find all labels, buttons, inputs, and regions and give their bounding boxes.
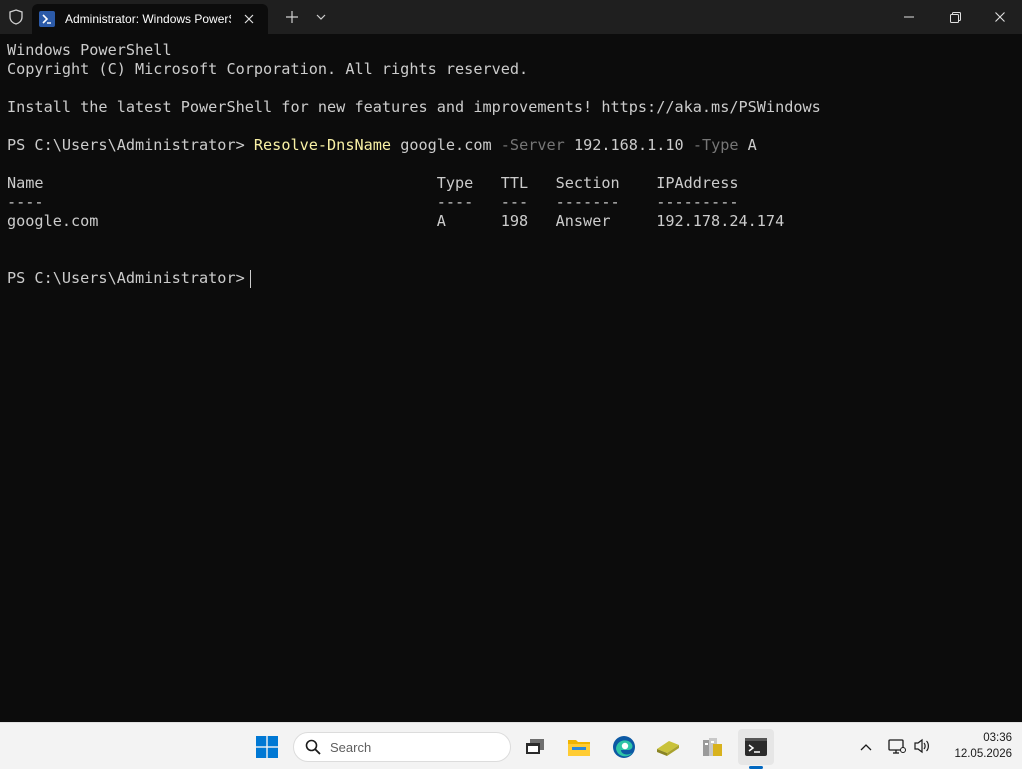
title-bar: Administrator: Windows PowerShell	[0, 0, 1022, 34]
tab-title: Administrator: Windows PowerShell	[65, 12, 231, 26]
restore-button[interactable]	[932, 0, 978, 34]
chevron-down-icon	[316, 14, 326, 20]
network-icon[interactable]	[887, 736, 907, 756]
app-icon	[657, 741, 679, 756]
table-header: Name Type TTL Section IPAddress	[7, 174, 739, 192]
clock-date: 12.05.2026	[954, 748, 1012, 760]
command-param: -Type	[692, 136, 739, 154]
command-arg: google.com	[391, 136, 501, 154]
prompt: PS C:\Users\Administrator>	[7, 136, 254, 154]
windows-start-icon	[256, 736, 278, 758]
search-icon	[304, 738, 322, 756]
show-hidden-icons-button[interactable]	[856, 737, 876, 757]
cmdlet: Resolve-DnsName	[253, 136, 392, 154]
close-tab-icon[interactable]	[242, 12, 256, 26]
app-button[interactable]	[650, 729, 686, 765]
command-arg: A	[738, 136, 757, 154]
command-arg: 192.168.1.10	[564, 136, 693, 154]
banner-line-1: Windows PowerShell	[7, 41, 172, 59]
command-line: PS C:\Users\Administrator> Resolve-DnsNa…	[7, 136, 757, 155]
minimize-icon	[904, 16, 914, 18]
command-param: -Server	[500, 136, 565, 154]
table-divider: ---- ---- --- ------- ---------	[7, 193, 739, 211]
shield-icon	[4, 5, 28, 29]
prompt-line: PS C:\Users\Administrator>	[7, 269, 254, 287]
file-explorer-icon	[568, 740, 590, 756]
table-row: google.com A 198 Answer 192.178.24.174	[7, 212, 785, 230]
clock-time: 03:36	[983, 732, 1012, 744]
file-explorer-button[interactable]	[561, 729, 597, 765]
close-window-button[interactable]	[977, 0, 1022, 34]
clock[interactable]: 03:36 12.05.2026	[938, 730, 1012, 764]
close-icon	[995, 12, 1005, 22]
edge-button[interactable]	[606, 729, 642, 765]
minimize-button[interactable]	[886, 0, 932, 34]
text-cursor	[250, 270, 251, 288]
app-icon	[703, 738, 722, 756]
edge-icon	[613, 736, 635, 758]
search-input[interactable]	[330, 739, 500, 755]
banner-line-2: Copyright (C) Microsoft Corporation. All…	[7, 60, 529, 78]
volume-icon[interactable]	[912, 736, 932, 756]
terminal-output[interactable]: Windows PowerShell Copyright (C) Microso…	[0, 34, 1022, 722]
taskbar: 03:36 12.05.2026	[0, 722, 1022, 769]
terminal-icon	[745, 738, 767, 756]
tab-dropdown-button[interactable]	[309, 6, 333, 28]
app-button[interactable]	[694, 729, 730, 765]
powershell-icon	[39, 11, 55, 27]
start-button[interactable]	[249, 729, 285, 765]
restore-icon	[949, 11, 961, 23]
banner-line-3: Install the latest PowerShell for new fe…	[7, 98, 821, 116]
chevron-up-icon	[860, 744, 872, 751]
task-view-icon	[526, 739, 544, 754]
terminal-button[interactable]	[738, 729, 774, 765]
new-tab-button[interactable]	[280, 6, 304, 28]
taskbar-search[interactable]	[293, 732, 511, 762]
task-view-button[interactable]	[517, 729, 553, 765]
plus-icon	[286, 11, 298, 23]
tab-powershell[interactable]: Administrator: Windows PowerShell	[32, 4, 268, 34]
